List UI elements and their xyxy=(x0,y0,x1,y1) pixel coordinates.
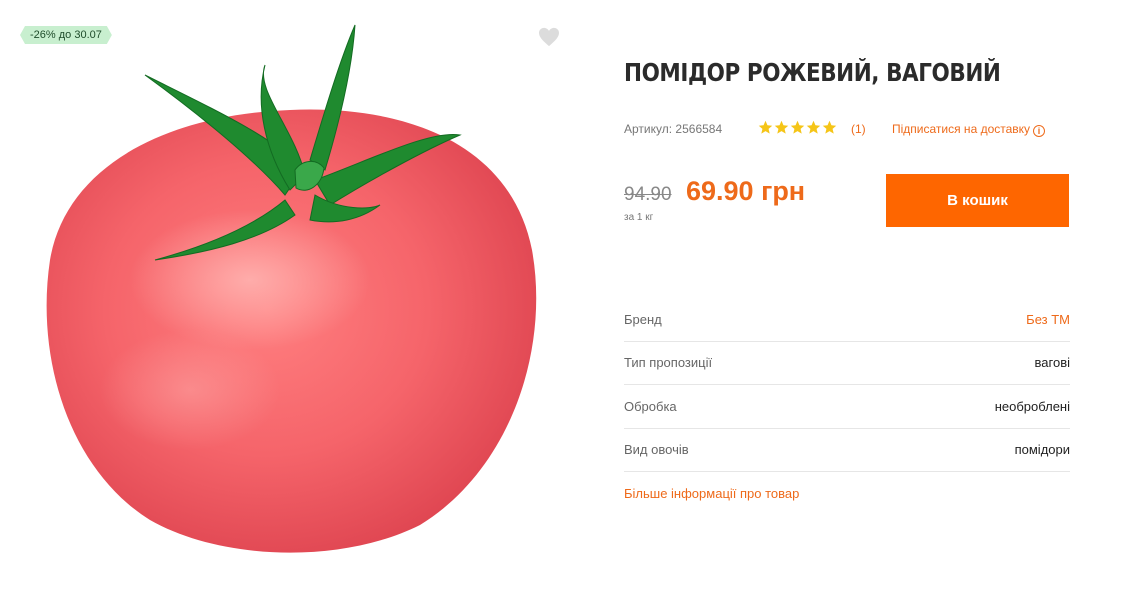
sku-label: Артикул: xyxy=(624,122,673,136)
spec-row: Тип пропозиції вагові xyxy=(624,342,1070,385)
product-gallery: -26% до 30.07 xyxy=(0,0,580,595)
add-to-cart-button[interactable]: В кошик xyxy=(886,174,1069,227)
rating-stars[interactable] xyxy=(758,120,837,135)
price-unit: за 1 кг xyxy=(624,212,654,223)
sku-value: 2566584 xyxy=(675,122,723,136)
heart-icon[interactable] xyxy=(538,27,560,47)
spec-row: Вид овочів помідори xyxy=(624,429,1070,472)
spec-label: Обробка xyxy=(624,398,677,414)
product-title: ПОМІДОР РОЖЕВИЙ, ВАГОВИЙ xyxy=(624,58,1001,87)
spec-label: Бренд xyxy=(624,311,662,327)
spec-row: Бренд Без ТМ xyxy=(624,298,1070,342)
spec-label: Вид овочів xyxy=(624,442,689,458)
spec-value: необроблені xyxy=(994,398,1070,414)
spec-label: Тип пропозиції xyxy=(624,355,713,371)
spec-value: помідори xyxy=(1014,442,1070,458)
subscribe-delivery-link[interactable]: Підписатися на доставку i xyxy=(892,122,1046,137)
star-icon xyxy=(806,120,821,134)
more-info-link[interactable]: Більше інформації про товар xyxy=(624,486,799,501)
star-icon xyxy=(822,120,837,134)
current-price: 69.90 грн xyxy=(686,176,806,206)
spec-row: Обробка необроблені xyxy=(624,385,1070,429)
product-image[interactable] xyxy=(40,20,540,565)
brand-link[interactable]: Без ТМ xyxy=(1026,312,1070,327)
old-price: 94.90 xyxy=(624,184,672,205)
promo-badge: -26% до 30.07 xyxy=(20,26,112,44)
rating-count[interactable]: (1) xyxy=(851,122,866,136)
product-meta: Артикул: 2566584 (1) Підписатися на дост… xyxy=(624,120,1070,138)
subscribe-label: Підписатися на доставку xyxy=(892,122,1031,136)
product-info: ПОМІДОР РОЖЕВИЙ, ВАГОВИЙ Артикул: 256658… xyxy=(624,0,1070,595)
star-icon xyxy=(774,120,789,134)
sku: Артикул: 2566584 xyxy=(624,122,722,136)
info-icon[interactable]: i xyxy=(1033,125,1046,137)
star-icon xyxy=(790,120,805,134)
specs-table: Бренд Без ТМ Тип пропозиції вагові Оброб… xyxy=(624,298,1070,472)
star-icon xyxy=(758,120,773,134)
spec-value: вагові xyxy=(1034,355,1070,371)
